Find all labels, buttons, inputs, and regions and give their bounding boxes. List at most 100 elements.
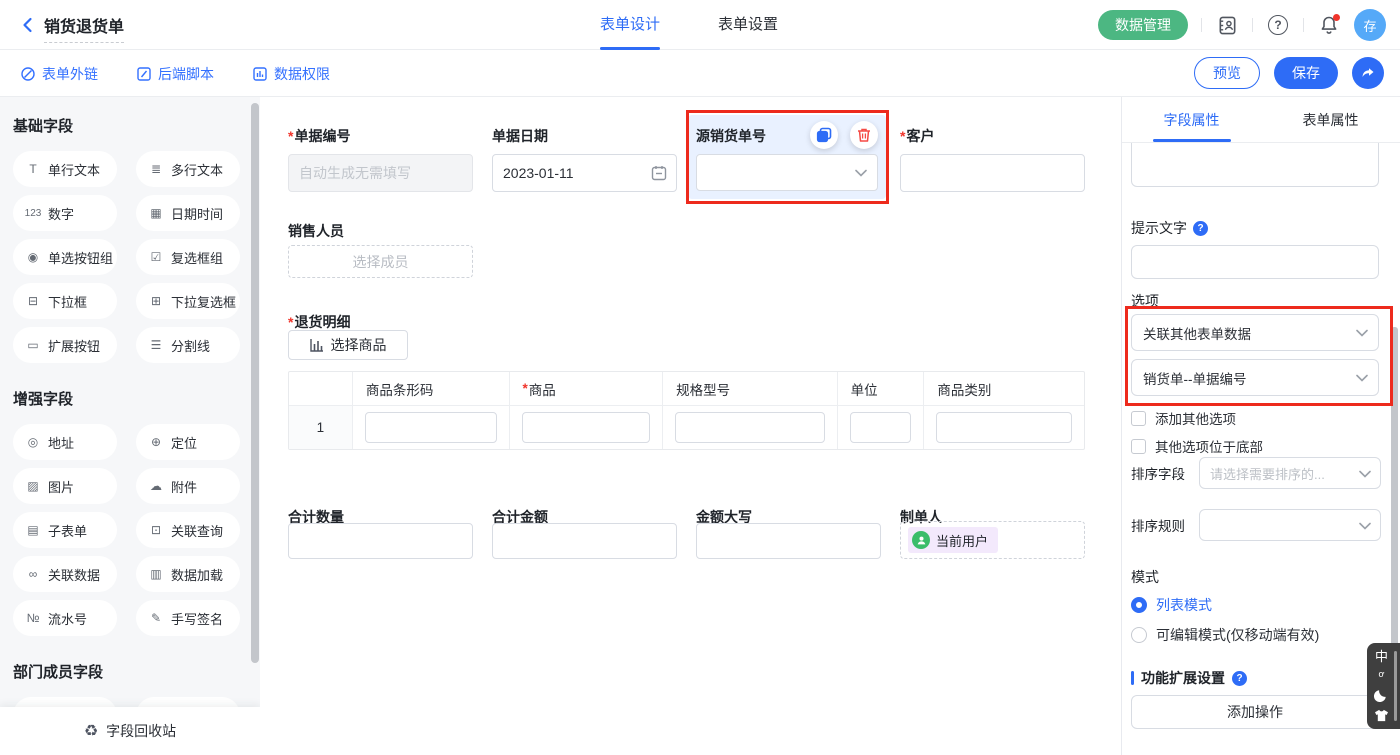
sidebar-item-image[interactable]: ▨图片 bbox=[13, 468, 117, 504]
address-pin-icon: ◎ bbox=[24, 435, 42, 449]
dropdown-icon: ⊟ bbox=[24, 294, 42, 308]
backend-script-button[interactable]: 后端脚本 bbox=[136, 64, 214, 84]
signature-pen-icon: ✎ bbox=[147, 611, 165, 625]
sort-field-select[interactable]: 请选择需要排序的... bbox=[1199, 457, 1381, 489]
preview-button[interactable]: 预览 bbox=[1194, 57, 1260, 89]
customer-input[interactable] bbox=[900, 154, 1085, 192]
data-permission-button[interactable]: 数据权限 bbox=[252, 64, 330, 84]
sort-rule-select[interactable] bbox=[1199, 509, 1381, 541]
section-title: 增强字段 bbox=[13, 388, 260, 409]
select-member-button[interactable]: 选择成员 bbox=[288, 245, 473, 278]
panel-scrollbar[interactable] bbox=[1391, 327, 1398, 687]
mode-editable-radio[interactable]: 可编辑模式(仅移动端有效) bbox=[1131, 625, 1319, 645]
creator-field[interactable]: 当前用户 bbox=[900, 521, 1085, 559]
sidebar-item-radio-group[interactable]: ◉单选按钮组 bbox=[13, 239, 117, 275]
sidebar-item-linked-query[interactable]: ⊡关联查询 bbox=[136, 512, 240, 548]
sidebar-item-multi-dropdown[interactable]: ⊞下拉复选框 bbox=[136, 283, 240, 319]
guide-book-icon[interactable] bbox=[1215, 13, 1239, 37]
browser-extension-widget[interactable]: 中 ơ bbox=[1367, 643, 1400, 729]
selected-field-source-order[interactable]: 源销货单号 bbox=[688, 115, 886, 199]
row-number-cell: 1 bbox=[289, 406, 353, 449]
section-accent-bar bbox=[1131, 671, 1134, 685]
script-icon bbox=[136, 66, 152, 82]
table-row: 1 bbox=[289, 405, 1084, 449]
tab-form-settings[interactable]: 表单设置 bbox=[718, 0, 778, 50]
checkbox-icon bbox=[1131, 411, 1146, 426]
page-title[interactable]: 销货退货单 bbox=[44, 13, 124, 43]
trash-icon bbox=[856, 127, 872, 143]
delete-field-button[interactable] bbox=[850, 121, 878, 149]
sidebar-item-address[interactable]: ◎地址 bbox=[13, 424, 117, 460]
form-design-canvas: *单据编号 单据日期 源销货单号 *客户 销售人员 选择成员 *退货明细 选择商… bbox=[260, 97, 1121, 755]
sidebar-item-attachment[interactable]: ☁附件 bbox=[136, 468, 240, 504]
page-title-text: 销货退货单 bbox=[44, 19, 124, 36]
tab-field-properties[interactable]: 字段属性 bbox=[1122, 97, 1261, 142]
moon-icon[interactable] bbox=[1374, 687, 1389, 702]
doc-date-input[interactable] bbox=[492, 154, 677, 192]
option-source-select[interactable]: 关联其他表单数据 bbox=[1131, 314, 1379, 351]
save-button[interactable]: 保存 bbox=[1274, 57, 1338, 89]
sidebar-item-extend-button[interactable]: ▭扩展按钮 bbox=[13, 327, 117, 363]
add-other-option-checkbox[interactable]: 添加其他选项 bbox=[1131, 408, 1236, 428]
unit-cell-input[interactable] bbox=[850, 412, 912, 443]
doc-no-input[interactable] bbox=[288, 154, 473, 192]
sidebar-item-multi-line-text[interactable]: ≣多行文本 bbox=[136, 151, 240, 187]
amount-words-input[interactable] bbox=[696, 523, 881, 559]
sidebar-item-number[interactable]: 123数字 bbox=[13, 195, 117, 231]
avatar[interactable]: 存 bbox=[1354, 9, 1386, 41]
sidebar-item-data-load[interactable]: ▥数据加载 bbox=[136, 556, 240, 592]
radio-selected-icon bbox=[1131, 597, 1147, 613]
mode-label: 模式 bbox=[1131, 567, 1159, 587]
sidebar-item-checkbox-group[interactable]: ☑复选框组 bbox=[136, 239, 240, 275]
hint-text-input[interactable] bbox=[1131, 245, 1379, 279]
external-link-button[interactable]: 表单外链 bbox=[20, 64, 98, 84]
divider bbox=[1252, 18, 1253, 32]
checkbox-icon bbox=[1131, 439, 1146, 454]
barcode-cell-input[interactable] bbox=[365, 412, 498, 443]
tab-form-design[interactable]: 表单设计 bbox=[600, 0, 660, 50]
spec-cell-input[interactable] bbox=[675, 412, 825, 443]
help-icon[interactable]: ? bbox=[1266, 13, 1290, 37]
tab-form-properties[interactable]: 表单属性 bbox=[1261, 97, 1400, 142]
sidebar-item-subform[interactable]: ▤子表单 bbox=[13, 512, 117, 548]
copy-field-button[interactable] bbox=[810, 121, 838, 149]
product-cell-input[interactable] bbox=[522, 412, 650, 443]
small-circle-icon[interactable]: ơ bbox=[1379, 670, 1385, 679]
total-amount-input[interactable] bbox=[492, 523, 677, 559]
col-header-spec: 规格型号 bbox=[663, 372, 838, 405]
sidebar-scrollbar[interactable] bbox=[251, 103, 259, 663]
linked-query-icon: ⊡ bbox=[147, 523, 165, 537]
sidebar-item-dropdown[interactable]: ⊟下拉框 bbox=[13, 283, 117, 319]
options-label: 选项 bbox=[1131, 291, 1159, 311]
back-button[interactable] bbox=[16, 13, 40, 37]
option-field-select[interactable]: 销货单--单据编号 bbox=[1131, 359, 1379, 396]
data-load-icon: ▥ bbox=[147, 567, 165, 581]
field-recycle-button[interactable]: ♻ 字段回收站 bbox=[0, 707, 260, 755]
total-qty-input[interactable] bbox=[288, 523, 473, 559]
app-header: 销货退货单 表单设计 表单设置 数据管理 ? 存 bbox=[0, 0, 1400, 50]
field-name-input[interactable] bbox=[1131, 143, 1379, 187]
sidebar-item-datetime[interactable]: ▦日期时间 bbox=[136, 195, 240, 231]
sidebar-item-signature[interactable]: ✎手写签名 bbox=[136, 600, 240, 636]
form-toolbar: 表单外链 后端脚本 数据权限 预览 保存 bbox=[0, 50, 1400, 97]
sidebar-item-single-line-text[interactable]: T单行文本 bbox=[13, 151, 117, 187]
source-order-select[interactable] bbox=[696, 154, 878, 191]
add-action-button[interactable]: 添加操作 bbox=[1131, 695, 1379, 729]
sidebar-item-serial-number[interactable]: №流水号 bbox=[13, 600, 117, 636]
notification-bell-icon[interactable] bbox=[1317, 13, 1341, 37]
mode-list-radio[interactable]: 列表模式 bbox=[1131, 595, 1212, 615]
hint-help-icon[interactable]: ? bbox=[1193, 221, 1208, 236]
extension-help-icon[interactable]: ? bbox=[1232, 671, 1247, 686]
other-option-bottom-checkbox[interactable]: 其他选项位于底部 bbox=[1131, 436, 1263, 456]
data-manage-button[interactable]: 数据管理 bbox=[1098, 10, 1188, 40]
sidebar-item-location[interactable]: ⊕定位 bbox=[136, 424, 240, 460]
sidebar-item-divider[interactable]: ☰分割线 bbox=[136, 327, 240, 363]
category-cell-input[interactable] bbox=[936, 412, 1072, 443]
chevron-down-icon bbox=[1359, 470, 1371, 478]
shirt-icon[interactable] bbox=[1374, 709, 1389, 722]
widget-scroll-indicator bbox=[1394, 651, 1397, 721]
sidebar-item-linked-data[interactable]: ∞关联数据 bbox=[13, 556, 117, 592]
translate-icon[interactable]: 中 bbox=[1375, 650, 1388, 663]
share-button[interactable] bbox=[1352, 57, 1384, 89]
choose-product-button[interactable]: 选择商品 bbox=[288, 330, 408, 360]
